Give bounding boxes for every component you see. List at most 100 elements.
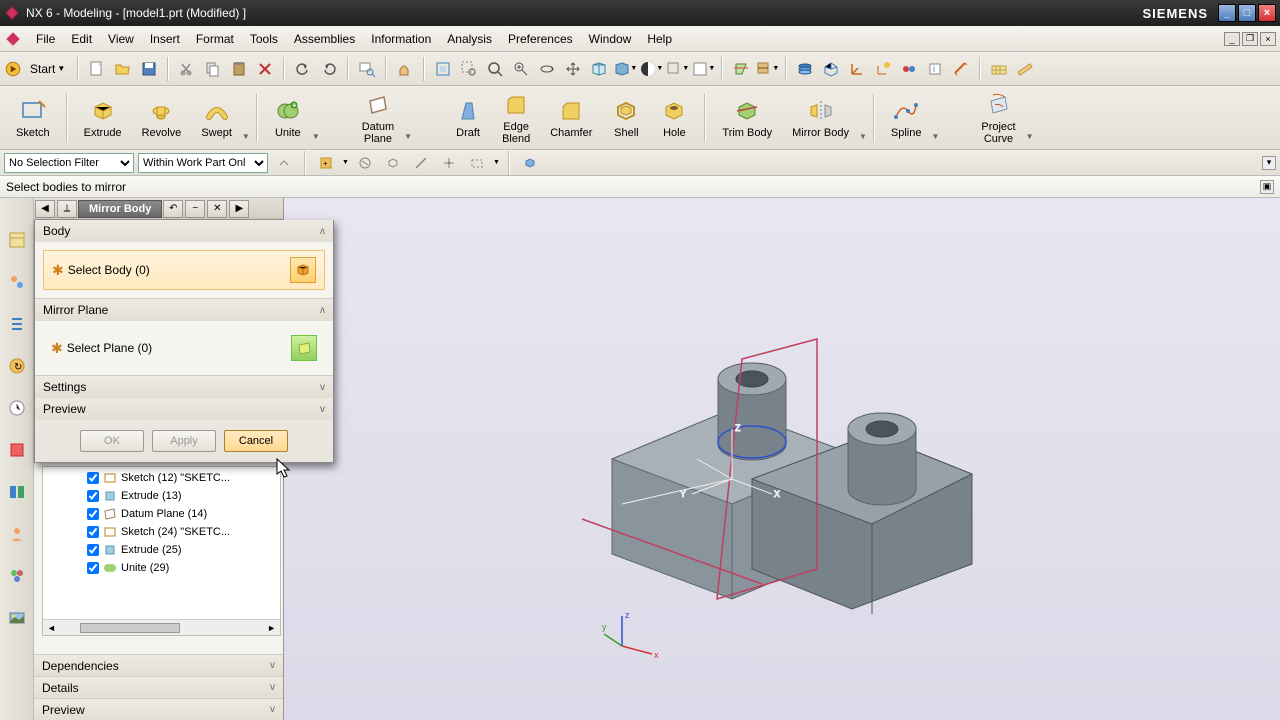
- menu-analysis[interactable]: Analysis: [439, 29, 500, 49]
- boolean-dropdown[interactable]: ▼: [312, 132, 320, 141]
- undo-button[interactable]: [291, 57, 315, 81]
- sel-point-button[interactable]: [437, 151, 461, 175]
- tree-item[interactable]: Sketch (24) "SKETC...: [45, 523, 278, 541]
- dependencies-panel-header[interactable]: Dependenciesv: [34, 654, 283, 676]
- edge-blend-button[interactable]: Edge Blend: [492, 90, 540, 146]
- preview-panel-header[interactable]: Previewv: [34, 698, 283, 720]
- shell-button[interactable]: Shell: [602, 90, 650, 146]
- delete-button[interactable]: [253, 57, 277, 81]
- apply-button[interactable]: Apply: [152, 430, 216, 452]
- open-button[interactable]: [111, 57, 135, 81]
- chamfer-button[interactable]: Chamfer: [540, 90, 602, 146]
- datum-dropdown[interactable]: ▼: [404, 132, 412, 141]
- start-button[interactable]: Start▼: [24, 60, 71, 78]
- part-navigator-tab[interactable]: [5, 228, 29, 252]
- sel-body-button[interactable]: [381, 151, 405, 175]
- tree-item[interactable]: Unite (29): [45, 559, 278, 577]
- zoom-in-out-button[interactable]: [509, 57, 533, 81]
- menu-assemblies[interactable]: Assemblies: [286, 29, 363, 49]
- maximize-button[interactable]: □: [1238, 4, 1256, 22]
- picture-tab[interactable]: [5, 606, 29, 630]
- tree-checkbox[interactable]: [87, 490, 99, 502]
- cancel-button[interactable]: Cancel: [224, 430, 288, 452]
- grid-button[interactable]: [987, 57, 1011, 81]
- system-tab[interactable]: [5, 564, 29, 588]
- extrude-button[interactable]: Extrude: [74, 90, 132, 146]
- menu-format[interactable]: Format: [188, 29, 242, 49]
- fit-button[interactable]: [431, 57, 455, 81]
- rotate-button[interactable]: [535, 57, 559, 81]
- shaded-button[interactable]: ▼: [613, 57, 637, 81]
- sel-solid-button[interactable]: [518, 151, 542, 175]
- select-plane-row[interactable]: ✱ Select Plane (0): [43, 329, 325, 367]
- menu-edit[interactable]: Edit: [63, 29, 100, 49]
- ruler-button[interactable]: [1013, 57, 1037, 81]
- sel-general-button[interactable]: +: [314, 151, 338, 175]
- paste-button[interactable]: [227, 57, 251, 81]
- part-navigator-tree[interactable]: Sketch (12) "SKETC... Extrude (13) Datum…: [42, 466, 281, 636]
- tree-checkbox[interactable]: [87, 562, 99, 574]
- derive-dropdown[interactable]: ▼: [1026, 132, 1034, 141]
- feature-dropdown[interactable]: ▼: [242, 132, 250, 141]
- spline-button[interactable]: Spline: [881, 90, 932, 146]
- menu-tools[interactable]: Tools: [242, 29, 286, 49]
- sketch-button[interactable]: Sketch: [6, 90, 60, 146]
- minimize-button[interactable]: _: [1218, 4, 1236, 22]
- menu-help[interactable]: Help: [639, 29, 680, 49]
- tree-checkbox[interactable]: [87, 472, 99, 484]
- assembly-navigator-tab[interactable]: [5, 270, 29, 294]
- selection-scope-dropdown[interactable]: Within Work Part Onl: [138, 153, 268, 173]
- menu-window[interactable]: Window: [581, 29, 640, 49]
- mdi-close-button[interactable]: ×: [1260, 32, 1276, 46]
- new-button[interactable]: [85, 57, 109, 81]
- save-button[interactable]: [137, 57, 161, 81]
- history-tab[interactable]: [5, 396, 29, 420]
- tree-scrollbar[interactable]: ◄►: [43, 619, 280, 635]
- touch-mode-button[interactable]: [393, 57, 417, 81]
- mirror-body-button[interactable]: Mirror Body: [782, 90, 859, 146]
- hole-button[interactable]: Hole: [650, 90, 698, 146]
- constraint-navigator-tab[interactable]: [5, 312, 29, 336]
- wcs-button[interactable]: [845, 57, 869, 81]
- draft-button[interactable]: Draft: [444, 90, 492, 146]
- mdi-restore-button[interactable]: ❐: [1242, 32, 1258, 46]
- rail-minimize-button[interactable]: −: [185, 200, 205, 218]
- copy-button[interactable]: [201, 57, 225, 81]
- edge-style-button[interactable]: ▼: [665, 57, 689, 81]
- mdi-minimize-button[interactable]: _: [1224, 32, 1240, 46]
- project-curve-button[interactable]: Project Curve: [971, 90, 1025, 146]
- sel-edge-button[interactable]: [409, 151, 433, 175]
- graphics-viewport[interactable]: Z X Y z x y: [284, 198, 1280, 720]
- redo-button[interactable]: [317, 57, 341, 81]
- rail-undo-button[interactable]: ↶: [163, 200, 183, 218]
- trim-body-button[interactable]: Trim Body: [712, 90, 782, 146]
- sel-face-button[interactable]: [353, 151, 377, 175]
- select-plane-icon-button[interactable]: [291, 335, 317, 361]
- selection-filter-dropdown[interactable]: No Selection Filter: [4, 153, 134, 173]
- menu-view[interactable]: View: [100, 29, 142, 49]
- rail-close-button[interactable]: ✕: [207, 200, 227, 218]
- promptbar-option-button[interactable]: ▣: [1260, 180, 1274, 194]
- revolve-button[interactable]: Revolve: [132, 90, 192, 146]
- sel-up-button[interactable]: [272, 151, 296, 175]
- unite-button[interactable]: + Unite: [264, 90, 312, 146]
- close-button[interactable]: ×: [1258, 4, 1276, 22]
- curve-dropdown[interactable]: ▼: [931, 132, 939, 141]
- background-button[interactable]: ▼: [691, 57, 715, 81]
- zoom-button[interactable]: [483, 57, 507, 81]
- measure-button[interactable]: [949, 57, 973, 81]
- move-wcs-button[interactable]: [871, 57, 895, 81]
- orient-button[interactable]: [819, 57, 843, 81]
- hd3d-tab[interactable]: [5, 438, 29, 462]
- sel-rect-button[interactable]: [465, 151, 489, 175]
- cut-button[interactable]: [175, 57, 199, 81]
- settings-section-header[interactable]: Settings v: [35, 376, 333, 398]
- perspective-button[interactable]: [587, 57, 611, 81]
- layer-button[interactable]: [793, 57, 817, 81]
- body-section-header[interactable]: Body ʌ: [35, 220, 333, 242]
- select-body-icon-button[interactable]: [290, 257, 316, 283]
- tree-checkbox[interactable]: [87, 526, 99, 538]
- menu-preferences[interactable]: Preferences: [500, 29, 581, 49]
- ok-button[interactable]: OK: [80, 430, 144, 452]
- associative-dropdown[interactable]: ▼: [859, 132, 867, 141]
